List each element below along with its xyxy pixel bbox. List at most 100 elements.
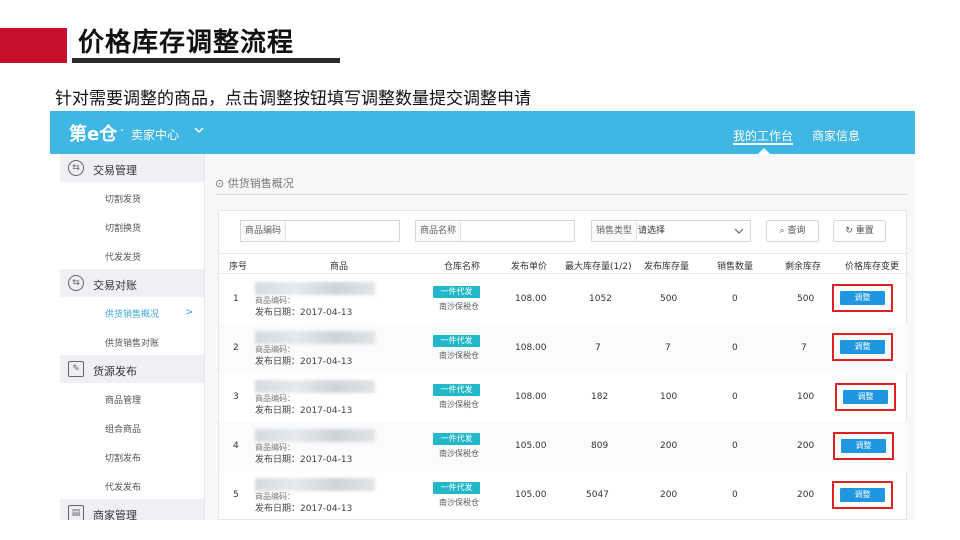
- adjust-button[interactable]: 调整: [843, 390, 888, 404]
- pub-stock: 500: [660, 294, 678, 304]
- breadcrumb: ⊙ 供货销售概况: [215, 175, 294, 191]
- sidebar-group-label: 货源发布: [93, 365, 137, 378]
- table-header: 序号 商品 仓库名称 发布单价 最大库存量(1/2) 发布库存量 销售数量 剩余…: [219, 253, 908, 274]
- product-code-field[interactable]: 商品编码: [240, 220, 400, 242]
- sidebar-item-label: 代发发货: [105, 253, 142, 263]
- sidebar-item-cut-ship[interactable]: 切割发货: [60, 182, 204, 211]
- sidebar-item-products[interactable]: 商品管理: [60, 383, 204, 412]
- col-product: 商品: [330, 262, 349, 272]
- nav-merchant-info[interactable]: 商家信息: [812, 127, 860, 144]
- pub-stock: 200: [660, 441, 678, 451]
- sidebar-item-cut-publish[interactable]: 切割发布: [60, 441, 204, 470]
- sidebar-item-cut-exchange[interactable]: 切割换货: [60, 211, 204, 240]
- row-no: 1: [233, 294, 239, 304]
- sidebar-item-label: 切割发布: [105, 454, 142, 464]
- redacted-product-name: [255, 478, 375, 491]
- adjust-highlight: 调整: [835, 383, 896, 411]
- pub-stock: 7: [665, 343, 671, 353]
- sold: 0: [732, 490, 738, 500]
- results-panel: 商品编码 商品名称 销售类型 请选择 ⌕ 查询 ↻ 重置 序号 商品 仓库名称 …: [218, 210, 908, 520]
- sidebar-group-publish[interactable]: ✎ 货源发布: [60, 355, 204, 383]
- remain: 200: [797, 441, 815, 451]
- reset-button-label: 重置: [855, 226, 874, 236]
- search-button[interactable]: ⌕ 查询: [766, 220, 819, 242]
- reset-button[interactable]: ↻ 重置: [833, 220, 886, 242]
- adjust-highlight: 调整: [832, 333, 893, 361]
- app-topbar: 第e仓 · 卖家中心 我的工作台 商家信息: [50, 111, 915, 154]
- col-price: 发布单价: [511, 262, 548, 272]
- publish-date: 发布日期：2017-04-13: [255, 357, 353, 367]
- brand-separator: ·: [120, 124, 125, 139]
- chevron-right-icon: >: [185, 307, 194, 318]
- sold: 0: [732, 441, 738, 451]
- main-content: ⊙ 供货销售概况 商品编码 商品名称 销售类型 请选择 ⌕ 查询 ↻ 重置 序号…: [205, 154, 915, 520]
- adjust-button[interactable]: 调整: [841, 439, 886, 453]
- warehouse-name: 南沙保税仓: [439, 400, 479, 409]
- sidebar-item-label: 组合商品: [105, 425, 142, 435]
- search-icon: ⌕: [779, 226, 785, 236]
- sidebar-group-merchant[interactable]: ▤ 商家管理: [60, 499, 204, 520]
- sold: 0: [732, 294, 738, 304]
- dropship-badge: 一件代发: [433, 482, 480, 494]
- slide-subtitle: 针对需要调整的商品，点击调整按钮填写调整数量提交调整申请: [55, 89, 531, 109]
- search-button-label: 查询: [787, 226, 806, 236]
- refresh-icon: ↻: [845, 226, 853, 236]
- dropship-badge: 一件代发: [433, 433, 480, 445]
- adjust-button[interactable]: 调整: [840, 488, 885, 502]
- sold: 0: [732, 392, 738, 402]
- table-row: 5 商品编码： 发布日期：2017-04-13 一件代发 南沙保税仓 105.0…: [219, 471, 908, 520]
- brand-logo[interactable]: 第e仓: [69, 120, 117, 146]
- divider: [215, 194, 907, 195]
- sidebar-item-label: 切割换货: [105, 224, 142, 234]
- product-name-label: 商品名称: [416, 221, 462, 241]
- publish-date: 发布日期：2017-04-13: [255, 406, 353, 416]
- col-sold: 销售数量: [717, 262, 754, 272]
- sidebar-item-bundle[interactable]: 组合商品: [60, 412, 204, 441]
- dropship-badge: 一件代发: [433, 335, 480, 347]
- row-no: 2: [233, 343, 239, 353]
- adjust-highlight: 调整: [832, 481, 893, 509]
- product-name-field[interactable]: 商品名称: [415, 220, 575, 242]
- chevron-down-icon[interactable]: [192, 123, 206, 137]
- row-no: 3: [233, 392, 239, 402]
- col-remain: 剩余库存: [785, 262, 822, 272]
- table-row: 4 商品编码： 发布日期：2017-04-13 一件代发 南沙保税仓 105.0…: [219, 422, 908, 471]
- sidebar-group-reconcile[interactable]: ⇆ 交易对账: [60, 269, 204, 297]
- sidebar-group-label: 交易管理: [93, 164, 137, 177]
- sidebar-item-sales-overview[interactable]: 供货销售概况 >: [60, 297, 204, 326]
- sidebar-item-sales-reconcile[interactable]: 供货销售对账: [60, 326, 204, 355]
- product-code-label: 商品编码: [241, 221, 287, 241]
- sales-type-select[interactable]: 销售类型 请选择: [591, 220, 751, 242]
- max-stock: 1052: [589, 294, 612, 304]
- warehouse-name: 南沙保税仓: [439, 449, 479, 458]
- remain: 100: [797, 392, 815, 402]
- max-stock: 182: [591, 392, 609, 402]
- sidebar-group-trade[interactable]: ⇆ 交易管理: [60, 154, 204, 182]
- sidebar-item-dropship-publish[interactable]: 代发发布: [60, 470, 204, 499]
- table-row: 2 商品编码： 发布日期：2017-04-13 一件代发 南沙保税仓 108.0…: [219, 324, 908, 373]
- warehouse-name: 南沙保税仓: [439, 302, 479, 311]
- sidebar-item-dropship[interactable]: 代发发货: [60, 240, 204, 269]
- redacted-product-name: [255, 380, 375, 393]
- edit-icon: ✎: [68, 361, 84, 377]
- dropship-badge: 一件代发: [433, 286, 480, 298]
- brand-subtitle: 卖家中心: [131, 128, 180, 142]
- price: 108.00: [515, 294, 547, 304]
- pub-stock: 100: [660, 392, 678, 402]
- publish-date: 发布日期：2017-04-13: [255, 504, 353, 514]
- shop-icon: ▤: [68, 505, 84, 520]
- max-stock: 809: [591, 441, 609, 451]
- col-no: 序号: [229, 262, 248, 272]
- table-row: 3 商品编码： 发布日期：2017-04-13 一件代发 南沙保税仓 108.0…: [219, 373, 908, 422]
- adjust-button[interactable]: 调整: [840, 291, 885, 305]
- price: 105.00: [515, 490, 547, 500]
- sidebar-group-label: 交易对账: [93, 279, 137, 292]
- redacted-product-name: [255, 331, 375, 344]
- adjust-button[interactable]: 调整: [840, 340, 885, 354]
- slide: 价格库存调整流程 针对需要调整的商品，点击调整按钮填写调整数量提交调整申请 第e…: [0, 0, 960, 540]
- pub-stock: 200: [660, 490, 678, 500]
- nav-workbench[interactable]: 我的工作台: [733, 127, 793, 144]
- col-warehouse: 仓库名称: [444, 262, 481, 272]
- col-max-stock: 最大库存量(1/2): [565, 262, 632, 272]
- title-underline: [72, 58, 340, 63]
